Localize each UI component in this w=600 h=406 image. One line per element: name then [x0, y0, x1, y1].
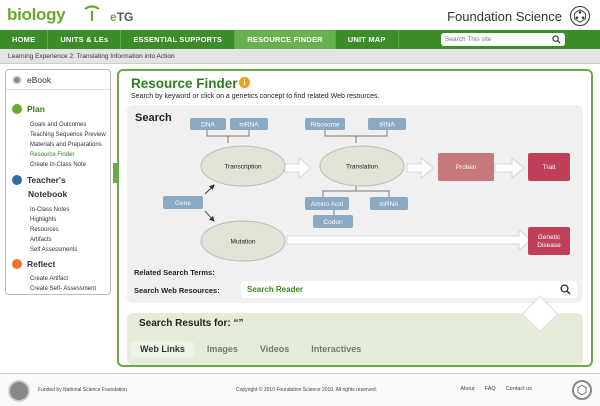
footer-link-contact[interactable]: Contact us — [506, 386, 532, 392]
related-terms-label: Related Search Terms: — [134, 268, 215, 277]
ebook-icon — [12, 74, 22, 85]
search-icon[interactable] — [560, 284, 571, 295]
tab-images[interactable]: Images — [198, 341, 247, 357]
header: biology eTG Foundation Science — [0, 0, 600, 30]
logo[interactable]: biology — [7, 5, 66, 25]
trait-label: Trait — [543, 164, 556, 171]
footer-link-about[interactable]: About — [460, 386, 474, 392]
translation-label: Translation — [346, 164, 378, 171]
sidebar-plan-label: Plan — [27, 104, 45, 114]
page-subtitle: Search by keyword or click on a genetics… — [131, 93, 380, 100]
footer: Funded by National Science Foundation Co… — [0, 373, 600, 406]
sidebar-item-teaching-sequence[interactable]: Teaching Sequence Preview — [30, 132, 106, 138]
copyright-text: Copyright © 2010 Foundation Science 2010… — [236, 387, 377, 393]
web-resources-label: Search Web Resources: — [134, 286, 220, 295]
nav-resource-finder[interactable]: RESOURCE FINDER — [235, 30, 336, 49]
protein-label: Protein — [456, 164, 477, 171]
sidebar-notebook-label-2: Notebook — [28, 189, 68, 199]
sidebar-ebook[interactable]: eBook — [6, 70, 110, 90]
reflect-icon — [12, 259, 22, 269]
brand-name: Foundation Science — [447, 9, 562, 24]
sidebar-section-notebook[interactable]: Teacher's — [12, 175, 66, 185]
sidebar-ebook-label: eBook — [27, 74, 52, 85]
product-name: eTG — [110, 10, 134, 24]
sidebar-notebook-label: Teacher's — [27, 175, 66, 185]
breadcrumb: Learning Experience 2: Translating Infor… — [0, 49, 600, 64]
tab-videos[interactable]: Videos — [251, 341, 298, 357]
funded-text: Funded by National Science Foundation — [38, 387, 127, 393]
sidebar-section-plan[interactable]: Plan — [12, 104, 45, 114]
results-title: Search Results for: “” — [139, 318, 244, 329]
web-resources-input[interactable]: Search Reader — [241, 281, 577, 298]
term-gene-label: Gene — [175, 200, 191, 207]
nav-home[interactable]: HOME — [0, 30, 49, 49]
search-results: Search Results for: “” Web Links Images … — [127, 295, 583, 365]
sidebar-item-resources[interactable]: Resources — [30, 227, 59, 233]
nav-units[interactable]: UNITS & LEs — [48, 30, 122, 49]
term-codon-label: Codon — [323, 219, 343, 226]
term-dna-label: DNA — [201, 122, 215, 129]
footer-links: About FAQ Contact us — [460, 386, 532, 392]
web-resources-value: Search Reader — [247, 285, 304, 294]
sidebar-item-self-assessments[interactable]: Self Assessments — [30, 247, 77, 253]
sidebar-item-materials[interactable]: Materials and Preparations — [30, 142, 102, 148]
term-trna-label: tRNA — [379, 122, 395, 129]
brand-logo-icon — [570, 6, 590, 26]
nav-essential-supports[interactable]: ESSENTIAL SUPPORTS — [121, 30, 236, 49]
tab-interactives[interactable]: Interactives — [302, 341, 370, 357]
tab-web-links[interactable]: Web Links — [131, 341, 194, 357]
foundation-science-logo-icon — [572, 380, 592, 400]
plan-icon — [12, 104, 22, 114]
site-search-input[interactable] — [445, 36, 545, 43]
nav-unit-map[interactable]: UNIT MAP — [336, 30, 399, 49]
info-icon[interactable]: i — [239, 77, 250, 88]
sidebar-item-create-note[interactable]: Create In-Class Note — [30, 162, 86, 168]
concept-search-box: Search DNA mRNA Ribosome tRNA Transcript… — [127, 105, 583, 303]
transcription-label: Transcription — [224, 164, 262, 171]
page-title: Resource Finder — [131, 76, 238, 91]
sidebar-section-reflect[interactable]: Reflect — [12, 259, 55, 269]
term-mrna-bottom-label: mRNA — [379, 201, 399, 208]
genetic-disease-label-1: Genetic — [538, 234, 561, 241]
concept-genetic-disease — [528, 227, 570, 255]
leaf-icon — [84, 5, 100, 21]
resource-finder-panel: Resource Finder i Search by keyword or c… — [117, 69, 593, 367]
nsf-logo-icon — [8, 380, 30, 402]
site-search — [441, 33, 565, 46]
notebook-icon — [12, 175, 22, 185]
genetic-disease-label-2: Disease — [537, 242, 561, 249]
genetics-concept-diagram: DNA mRNA Ribosome tRNA Transcription Tra… — [163, 118, 570, 262]
sidebar: eBook Plan Goals and Outcomes Teaching S… — [5, 69, 111, 295]
term-mrna-top-label: mRNA — [239, 122, 259, 129]
sidebar-item-highlights[interactable]: Highlights — [30, 217, 56, 223]
main-nav: HOME UNITS & LEs ESSENTIAL SUPPORTS RESO… — [0, 30, 600, 49]
sidebar-item-goals[interactable]: Goals and Outcomes — [30, 122, 86, 128]
sidebar-item-create-self-assessment[interactable]: Create Self- Assessment — [30, 286, 96, 292]
sidebar-item-in-class-notes[interactable]: In-Class Notes — [30, 207, 69, 213]
term-amino-acid-label: Amino Acid — [311, 201, 344, 208]
search-icon[interactable] — [552, 35, 561, 44]
mutation-label: Mutation — [231, 239, 256, 246]
term-ribosome-label: Ribosome — [310, 122, 340, 129]
sidebar-item-resource-finder[interactable]: Resource Finder — [30, 152, 74, 158]
sidebar-item-create-artifact[interactable]: Create Artifact — [30, 276, 68, 282]
footer-link-faq[interactable]: FAQ — [485, 386, 496, 392]
results-tabs: Web Links Images Videos Interactives — [131, 341, 374, 357]
sidebar-item-artifacts[interactable]: Artifacts — [30, 237, 52, 243]
sidebar-reflect-label: Reflect — [27, 259, 56, 269]
